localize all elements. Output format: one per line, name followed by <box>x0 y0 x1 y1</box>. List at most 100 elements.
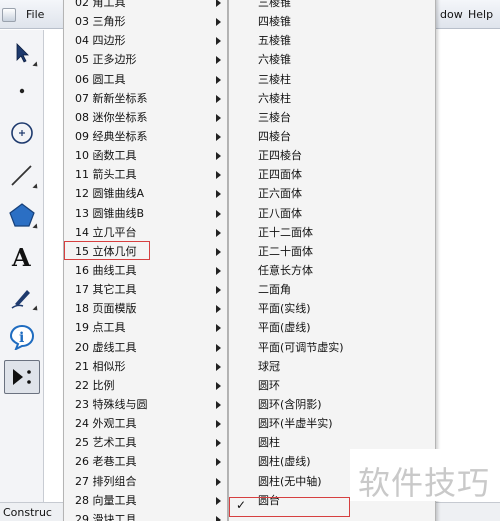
menu-item[interactable]: 07 新新坐标系 <box>64 89 227 108</box>
submenu-item[interactable]: 正四面体 <box>229 165 435 184</box>
submenu-item[interactable]: 圆环 <box>229 376 435 395</box>
menu-item[interactable]: 24 外观工具 <box>64 414 227 433</box>
submenu-arrow-icon <box>216 381 221 390</box>
menu-item[interactable]: 27 排列组合 <box>64 472 227 491</box>
submenu-item-label: 三棱锥 <box>258 0 291 9</box>
info-tool-button[interactable]: i <box>4 320 40 354</box>
menu-item[interactable]: 21 相似形 <box>64 357 227 376</box>
submenu-item-label: 圆柱 <box>258 436 280 450</box>
menu-item-label: 08 迷你坐标系 <box>75 110 148 124</box>
submenu-item-label: 球冠 <box>258 359 280 373</box>
submenu-item-label: 圆环 <box>258 378 280 392</box>
submenu-arrow-icon <box>216 171 221 180</box>
text-a-icon: A <box>11 244 31 270</box>
submenu-item[interactable]: 圆环(半虚半实) <box>229 414 435 433</box>
submenu-arrow-icon <box>216 496 221 505</box>
menu-item[interactable]: 04 四边形 <box>64 31 227 50</box>
submenu-item[interactable]: 平面(可调节虚实) <box>229 338 435 357</box>
submenu-item[interactable]: 任意长方体 <box>229 261 435 280</box>
submenu-item[interactable]: 正十二面体 <box>229 223 435 242</box>
marker-tool-button[interactable] <box>4 280 40 314</box>
menu-item[interactable]: 19 点工具 <box>64 318 227 337</box>
menu-window[interactable]: dow <box>440 8 463 21</box>
info-bubble-icon: i <box>9 324 35 350</box>
menu-item-label: 25 艺术工具 <box>75 436 137 450</box>
submenu-item[interactable]: 平面(虚线) <box>229 318 435 337</box>
menu-item-label: 13 圆锥曲线B <box>75 206 145 220</box>
status-text: Construc <box>3 506 52 519</box>
submenu-item[interactable]: 五棱锥 <box>229 31 435 50</box>
menu-item[interactable]: 08 迷你坐标系 <box>64 108 227 127</box>
submenu-item[interactable]: 二面角 <box>229 280 435 299</box>
custom-tool-button[interactable] <box>4 360 40 394</box>
text-tool-button[interactable]: A <box>4 240 40 274</box>
compass-tool-button[interactable] <box>4 116 40 150</box>
menu-item[interactable]: 02 角工具 <box>64 0 227 12</box>
submenu-arrow-icon <box>216 305 221 314</box>
menu-item[interactable]: 13 圆锥曲线B <box>64 204 227 223</box>
menu-item[interactable]: 16 曲线工具 <box>64 261 227 280</box>
menu-item[interactable]: 17 其它工具 <box>64 280 227 299</box>
menu-item-label: 28 向量工具 <box>75 493 137 507</box>
menu-item-label: 04 四边形 <box>75 34 126 48</box>
menu-item[interactable]: 09 经典坐标系 <box>64 127 227 146</box>
submenu-item-label: 圆环(含阴影) <box>258 397 322 411</box>
polygon-tool-button[interactable] <box>4 198 40 232</box>
submenu-item-label: 三棱台 <box>258 110 291 124</box>
submenu-item[interactable]: 正六面体 <box>229 184 435 203</box>
menu-item[interactable]: 11 箭头工具 <box>64 165 227 184</box>
submenu-item[interactable]: 圆环(含阴影) <box>229 395 435 414</box>
menu-item-label: 16 曲线工具 <box>75 263 137 277</box>
submenu-arrow-icon <box>216 190 221 199</box>
line-tool-button[interactable] <box>4 158 40 192</box>
app-logo-icon <box>2 8 16 22</box>
menu-item[interactable]: 25 艺术工具 <box>64 433 227 452</box>
menu-item[interactable]: 14 立几平台 <box>64 223 227 242</box>
menu-item[interactable]: 15 立体几何 <box>64 242 227 261</box>
menu-item[interactable]: 06 圆工具 <box>64 70 227 89</box>
submenu-item[interactable]: 六棱锥 <box>229 50 435 69</box>
arrow-tool-button[interactable] <box>4 36 40 70</box>
submenu-item[interactable]: 球冠 <box>229 357 435 376</box>
menu-item[interactable]: 03 三角形 <box>64 12 227 31</box>
menu-help[interactable]: Help <box>468 8 493 21</box>
point-tool-button[interactable] <box>4 74 40 108</box>
menu-item-label: 09 经典坐标系 <box>75 129 148 143</box>
submenu-item[interactable]: 三棱台 <box>229 108 435 127</box>
submenu-item[interactable]: 平面(实线) <box>229 299 435 318</box>
submenu-item[interactable]: 正四棱台 <box>229 146 435 165</box>
circle-compass-icon <box>11 122 33 144</box>
submenu-arrow-icon <box>216 132 221 141</box>
submenu-arrow-icon <box>216 477 221 486</box>
submenu-arrow-icon <box>216 362 221 371</box>
menu-item[interactable]: 23 特殊线与圆 <box>64 395 227 414</box>
menu-item[interactable]: 20 虚线工具 <box>64 338 227 357</box>
submenu-item-label: 平面(虚线) <box>258 321 311 335</box>
submenu-item[interactable]: 正二十面体 <box>229 242 435 261</box>
menu-item[interactable]: 05 正多边形 <box>64 50 227 69</box>
submenu-item[interactable]: 六棱柱 <box>229 89 435 108</box>
submenu-item-label: 六棱锥 <box>258 53 291 67</box>
submenu-item[interactable]: 正八面体 <box>229 204 435 223</box>
submenu-item[interactable]: 四棱台 <box>229 127 435 146</box>
submenu-item-label: 六棱柱 <box>258 91 291 105</box>
submenu-item-label: 四棱台 <box>258 129 291 143</box>
menu-item[interactable]: 26 老巷工具 <box>64 452 227 471</box>
watermark: 软件技巧 <box>350 449 500 502</box>
menu-item[interactable]: 22 比例 <box>64 376 227 395</box>
submenu-item[interactable]: 三棱柱 <box>229 70 435 89</box>
submenu-arrow-icon <box>216 247 221 256</box>
menu-item[interactable]: 29 滑块工具 <box>64 510 227 521</box>
submenu-item-label: 平面(实线) <box>258 302 311 316</box>
submenu-item[interactable]: 三棱锥 <box>229 0 435 12</box>
menu-item[interactable]: 18 页面模版 <box>64 299 227 318</box>
menu-item[interactable]: 12 圆锥曲线A <box>64 184 227 203</box>
menu-item[interactable]: 10 函数工具 <box>64 146 227 165</box>
menu-file[interactable]: File <box>26 8 44 21</box>
point-icon <box>19 88 25 94</box>
submenu-item[interactable]: 四棱锥 <box>229 12 435 31</box>
submenu-item-label: 圆柱(虚线) <box>258 455 311 469</box>
submenu-arrow-icon <box>216 324 221 333</box>
menu-item[interactable]: 28 向量工具 <box>64 491 227 510</box>
submenu-item-label: 正六面体 <box>258 187 302 201</box>
